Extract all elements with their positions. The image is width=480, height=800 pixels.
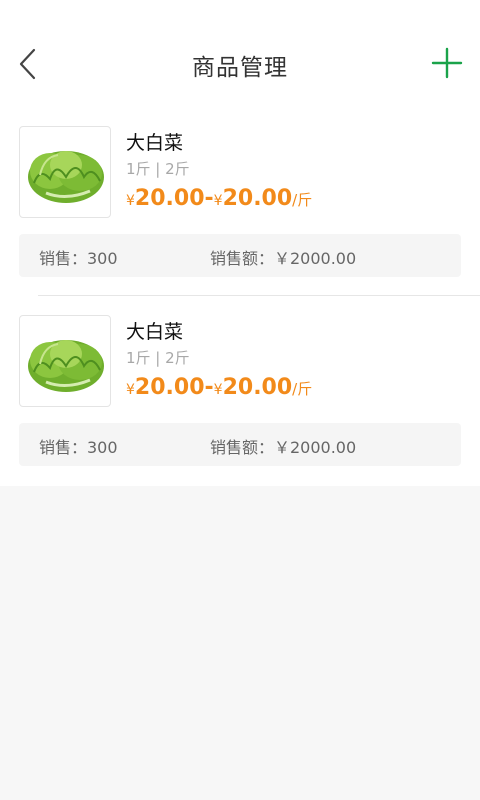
- price-separator: -: [204, 186, 214, 211]
- product-image: [19, 315, 111, 407]
- currency-symbol: ¥: [213, 382, 223, 398]
- product-card[interactable]: 大白菜 1斤 | 2斤 ¥20.00-¥20.00/斤 销售：300 销售额：￥…: [0, 108, 480, 297]
- price-unit: /斤: [292, 191, 313, 209]
- product-card[interactable]: 大白菜 1斤 | 2斤 ¥20.00-¥20.00/斤 销售：300 销售额：￥…: [0, 297, 480, 486]
- price-max: 20.00: [222, 375, 293, 400]
- lettuce-image: [28, 340, 104, 392]
- currency-symbol: ¥: [126, 382, 135, 398]
- price-max: 20.00: [222, 186, 293, 211]
- sales-stats: 销售：300 销售额：￥2000.00: [19, 234, 461, 277]
- product-list: 大白菜 1斤 | 2斤 ¥20.00-¥20.00/斤 销售：300 销售额：￥…: [0, 108, 480, 486]
- page-title: 商品管理: [192, 55, 288, 81]
- price-separator: -: [204, 375, 214, 400]
- price-range: ¥20.00-¥20.00/斤: [126, 375, 312, 400]
- sales-count: 销售：300: [39, 438, 118, 457]
- currency-symbol: ¥: [213, 193, 223, 209]
- navigation-bar: 商品管理: [0, 0, 480, 108]
- plus-icon: [431, 47, 463, 79]
- add-product-button[interactable]: [430, 46, 464, 80]
- divider: [38, 295, 480, 296]
- product-spec: 1斤 | 2斤: [126, 160, 190, 178]
- price-range: ¥20.00-¥20.00/斤: [126, 186, 312, 211]
- price-min: 20.00: [134, 186, 205, 211]
- sales-stats: 销售：300 销售额：￥2000.00: [19, 423, 461, 466]
- lettuce-image: [28, 151, 104, 203]
- product-name: 大白菜: [126, 321, 184, 343]
- product-name: 大白菜: [126, 132, 184, 154]
- product-image: [19, 126, 111, 218]
- sales-revenue: 销售额：￥2000.00: [210, 249, 357, 268]
- sales-count: 销售：300: [39, 249, 118, 268]
- price-min: 20.00: [134, 375, 205, 400]
- sales-revenue: 销售额：￥2000.00: [210, 438, 357, 457]
- product-spec: 1斤 | 2斤: [126, 349, 190, 367]
- price-unit: /斤: [292, 380, 313, 398]
- currency-symbol: ¥: [126, 193, 135, 209]
